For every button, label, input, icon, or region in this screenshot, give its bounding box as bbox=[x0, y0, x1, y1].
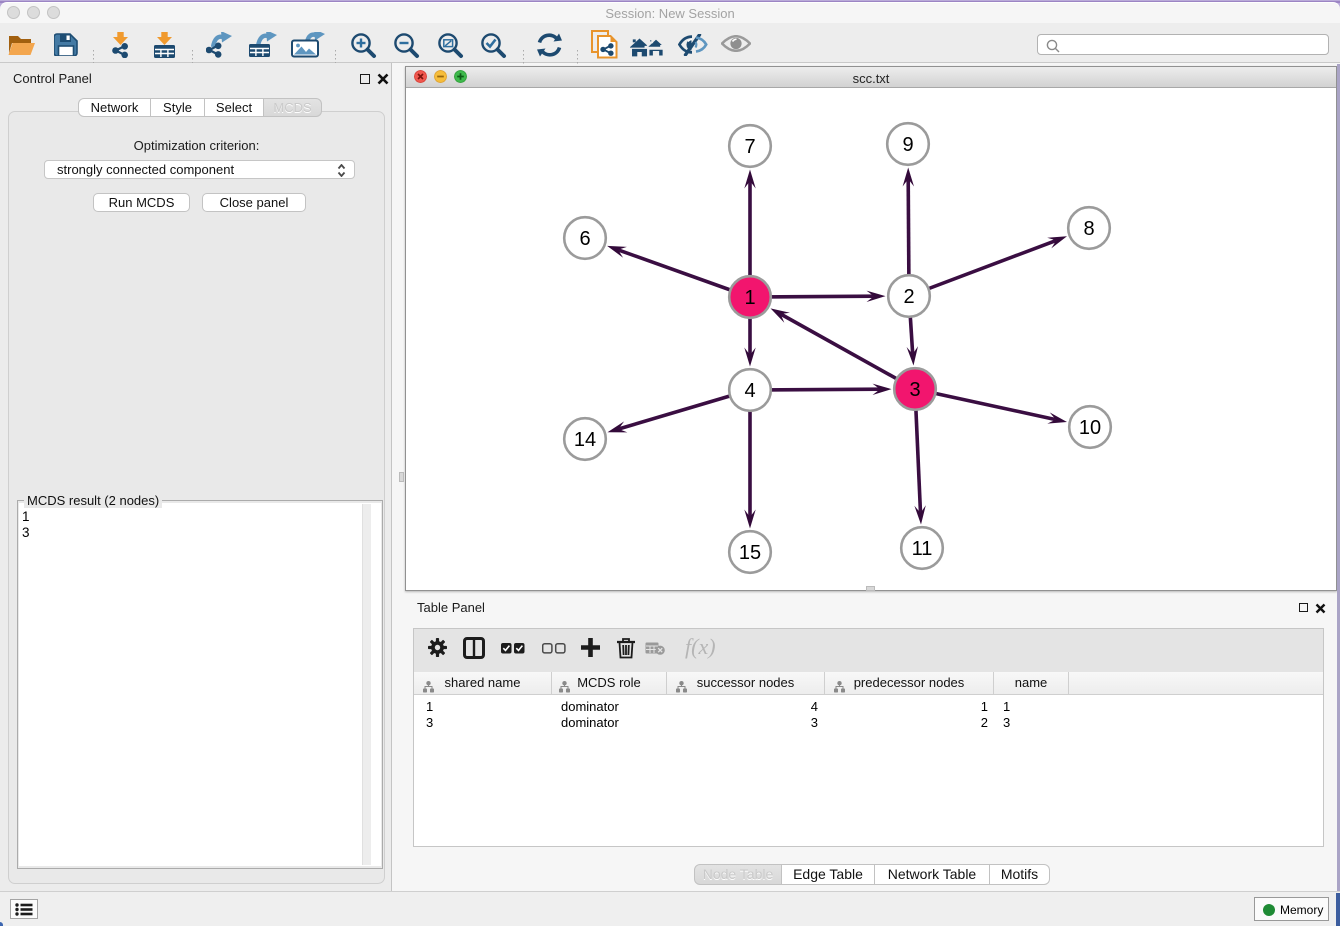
svg-text:11: 11 bbox=[912, 538, 933, 560]
svg-text:9: 9 bbox=[902, 134, 913, 156]
svg-text:7: 7 bbox=[744, 136, 755, 158]
svg-text:3: 3 bbox=[909, 379, 920, 401]
svg-text:10: 10 bbox=[1079, 417, 1101, 439]
svg-text:15: 15 bbox=[739, 542, 761, 564]
svg-text:2: 2 bbox=[903, 286, 914, 308]
svg-text:8: 8 bbox=[1083, 218, 1094, 240]
svg-text:14: 14 bbox=[574, 429, 596, 451]
svg-text:4: 4 bbox=[744, 380, 755, 402]
svg-text:6: 6 bbox=[579, 228, 590, 250]
svg-text:1: 1 bbox=[744, 287, 755, 309]
